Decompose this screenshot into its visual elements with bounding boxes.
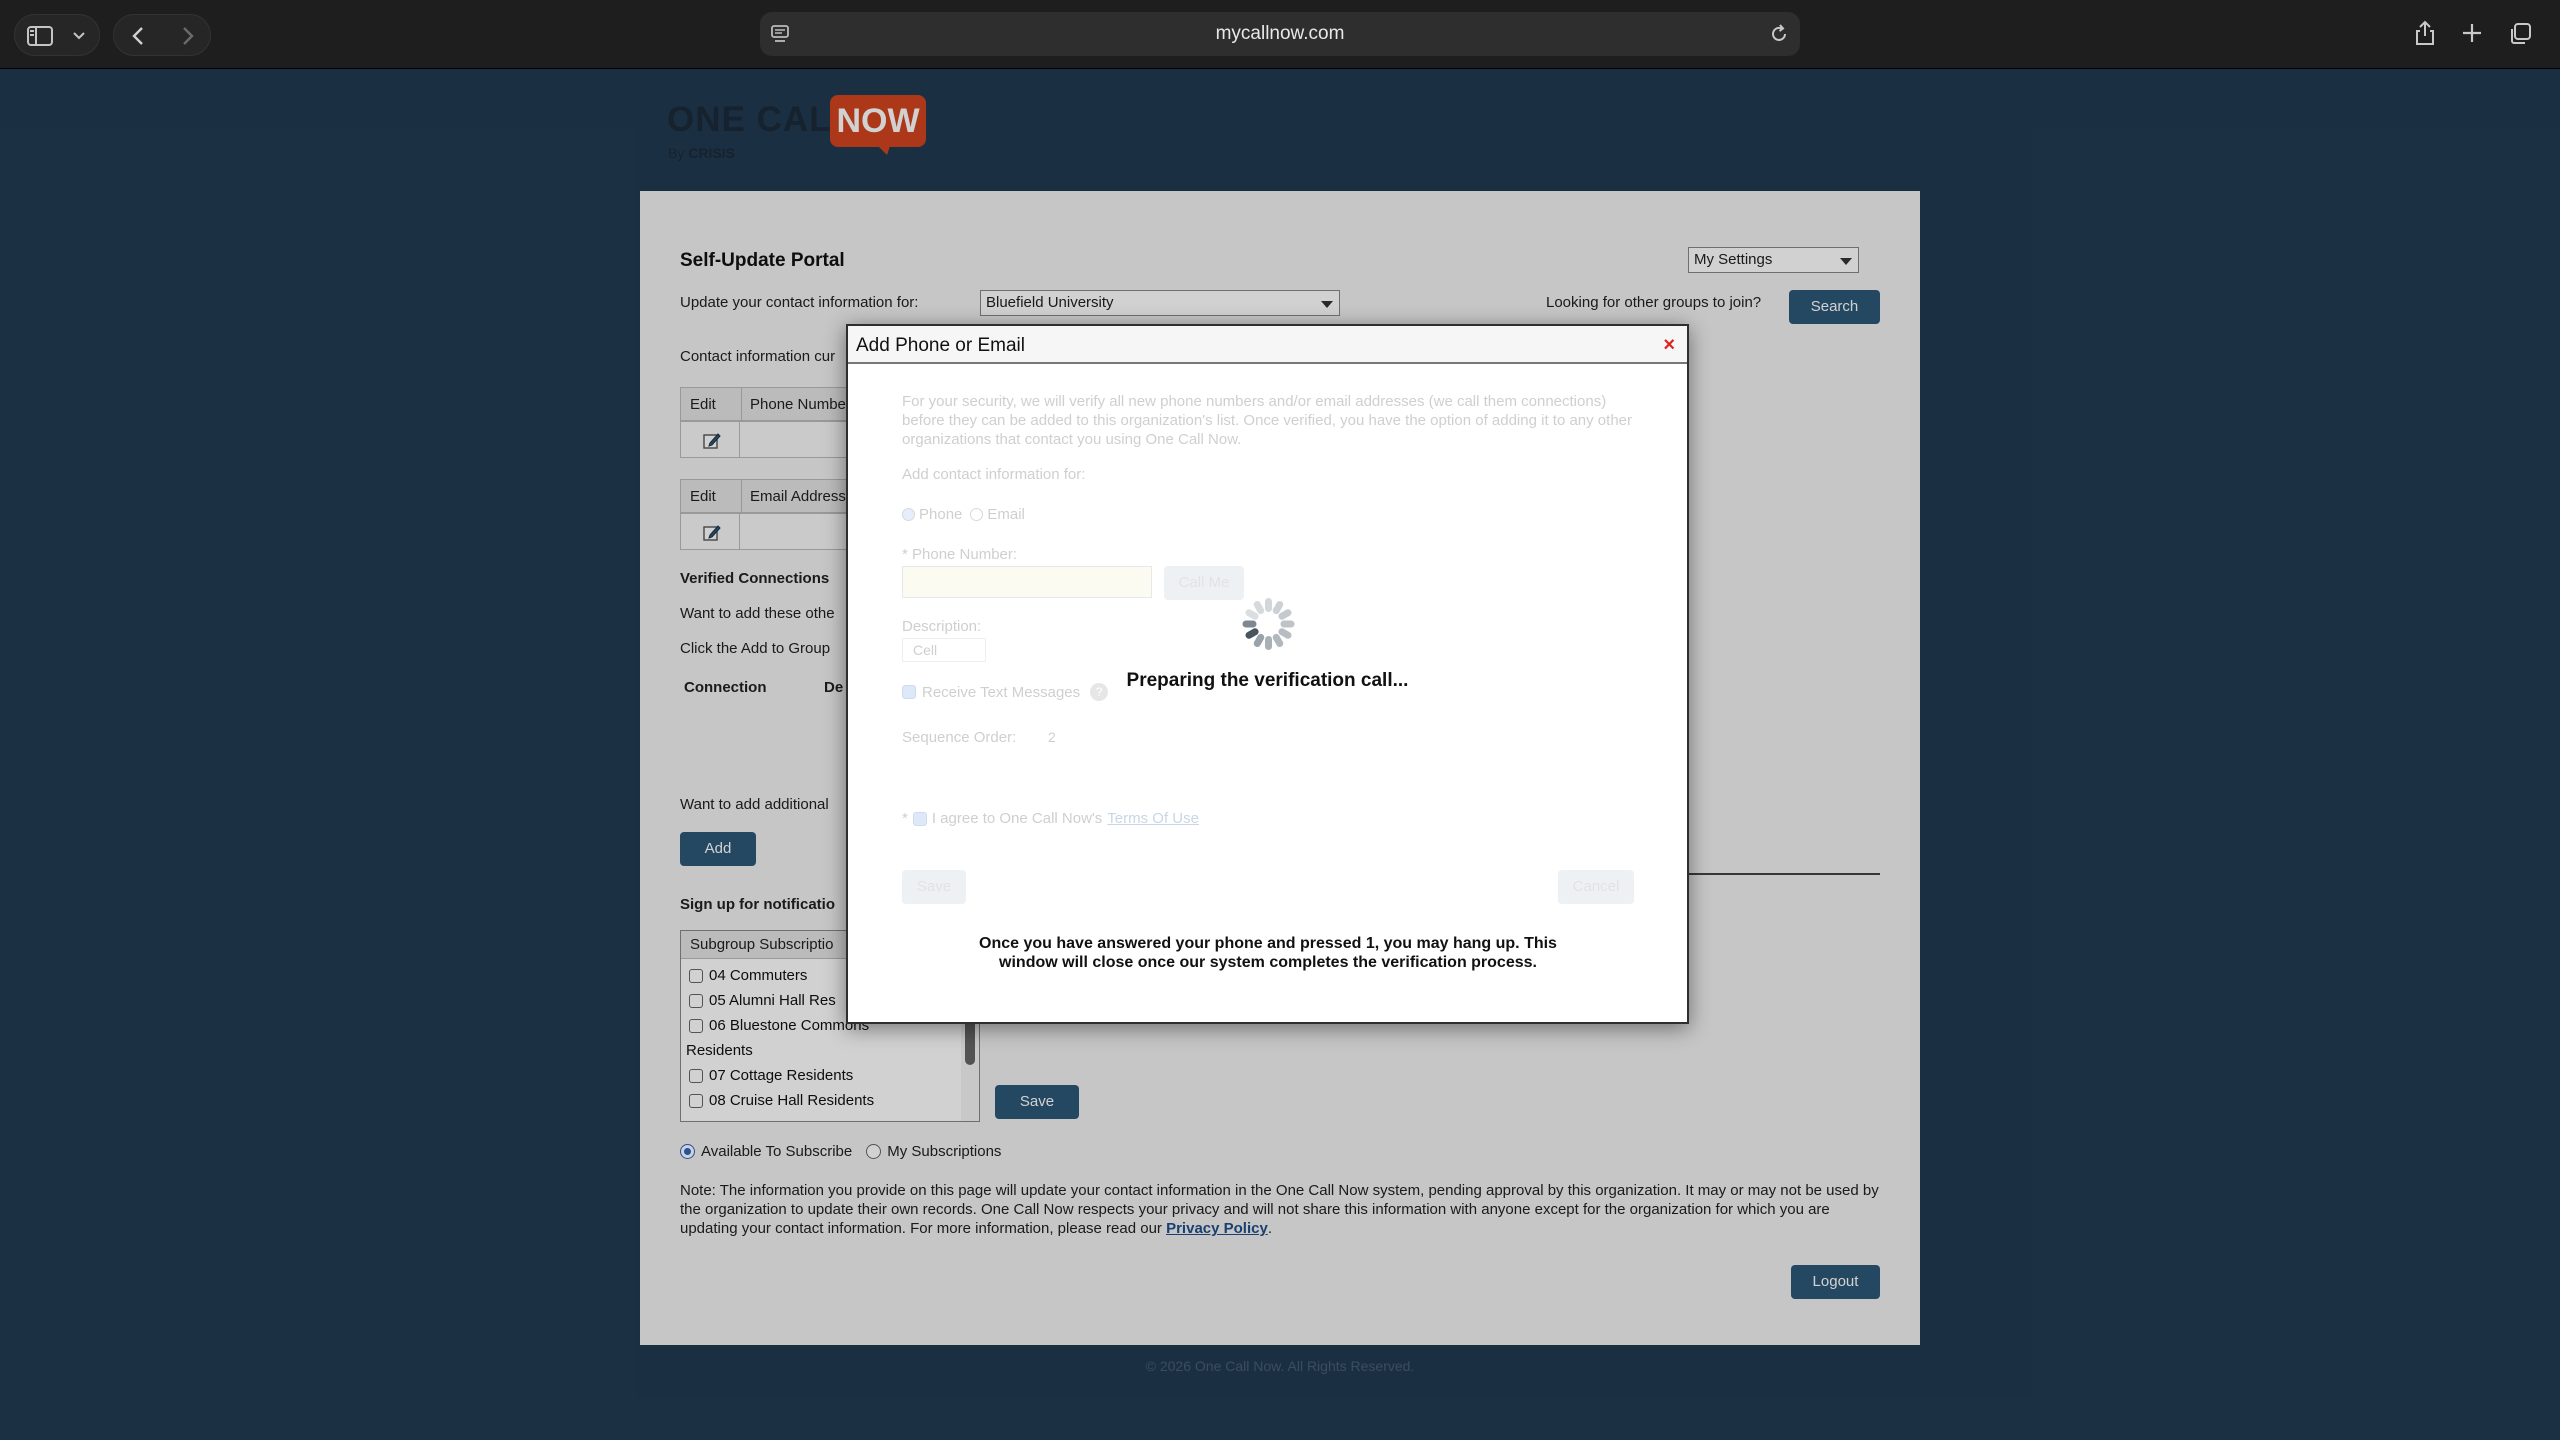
description-select[interactable]: Cell (902, 638, 986, 662)
forward-icon[interactable] (176, 25, 198, 47)
phone-number-label: * Phone Number: (902, 546, 1018, 563)
spinner-segment (1280, 620, 1295, 628)
preparing-call-text: Preparing the verification call... (1126, 670, 1409, 691)
verification-instructions: Once you have answered your phone and pr… (979, 935, 1557, 971)
add-phone-email-modal: Add Phone or Email × For your security, … (846, 324, 1689, 1024)
sidebar-toggle-group[interactable] (14, 14, 100, 56)
modal-cancel-button[interactable]: Cancel (1558, 870, 1634, 904)
sidebar-icon[interactable] (27, 25, 53, 47)
radio-email-label: Email (987, 506, 1025, 523)
sequence-order-value: 2 (1048, 729, 1056, 745)
spinner-segment (1265, 636, 1272, 650)
contact-type-group[interactable]: Phone Email (902, 506, 1025, 523)
browser-toolbar: mycallnow.com (0, 0, 2560, 69)
phone-number-input[interactable] (902, 566, 1152, 598)
agree-text: I agree to One Call Now's (931, 810, 1103, 827)
modal-title: Add Phone or Email (856, 335, 1025, 356)
spinner-segment (1265, 598, 1272, 612)
description-label: Description: (902, 618, 982, 635)
url-text: mycallnow.com (1215, 23, 1345, 44)
security-text: For your security, we will verify all ne… (902, 393, 1632, 448)
terms-link[interactable]: Terms Of Use (1107, 810, 1199, 827)
radio-phone-label: Phone (919, 506, 963, 523)
spinner-segment (1242, 620, 1257, 628)
required-marker: * (902, 810, 908, 827)
close-icon[interactable]: × (1663, 334, 1675, 357)
chevron-down-icon[interactable] (71, 29, 87, 43)
new-tab-icon[interactable] (2461, 22, 2483, 44)
share-icon[interactable] (2413, 20, 2437, 46)
add-contact-label: Add contact information for: (902, 466, 1086, 483)
radio-email[interactable] (970, 508, 984, 521)
loading-spinner-icon (1240, 596, 1296, 652)
address-bar[interactable]: mycallnow.com (760, 12, 1800, 56)
tab-overview-icon[interactable] (2508, 22, 2532, 46)
sequence-order-label: Sequence Order: (902, 729, 1017, 746)
description-value: Cell (913, 642, 938, 658)
radio-phone[interactable] (902, 508, 915, 521)
modal-titlebar: Add Phone or Email × (848, 326, 1687, 364)
nav-buttons-group (113, 14, 211, 56)
reload-icon[interactable] (1768, 23, 1790, 45)
sequence-order-select[interactable]: 2 (1042, 726, 1082, 750)
back-icon[interactable] (128, 25, 150, 47)
agree-terms-group[interactable]: * I agree to One Call Now's Terms Of Use (902, 810, 1199, 827)
agree-checkbox[interactable] (912, 811, 927, 826)
call-me-button[interactable]: Call Me (1164, 566, 1244, 600)
modal-save-button[interactable]: Save (902, 870, 966, 904)
